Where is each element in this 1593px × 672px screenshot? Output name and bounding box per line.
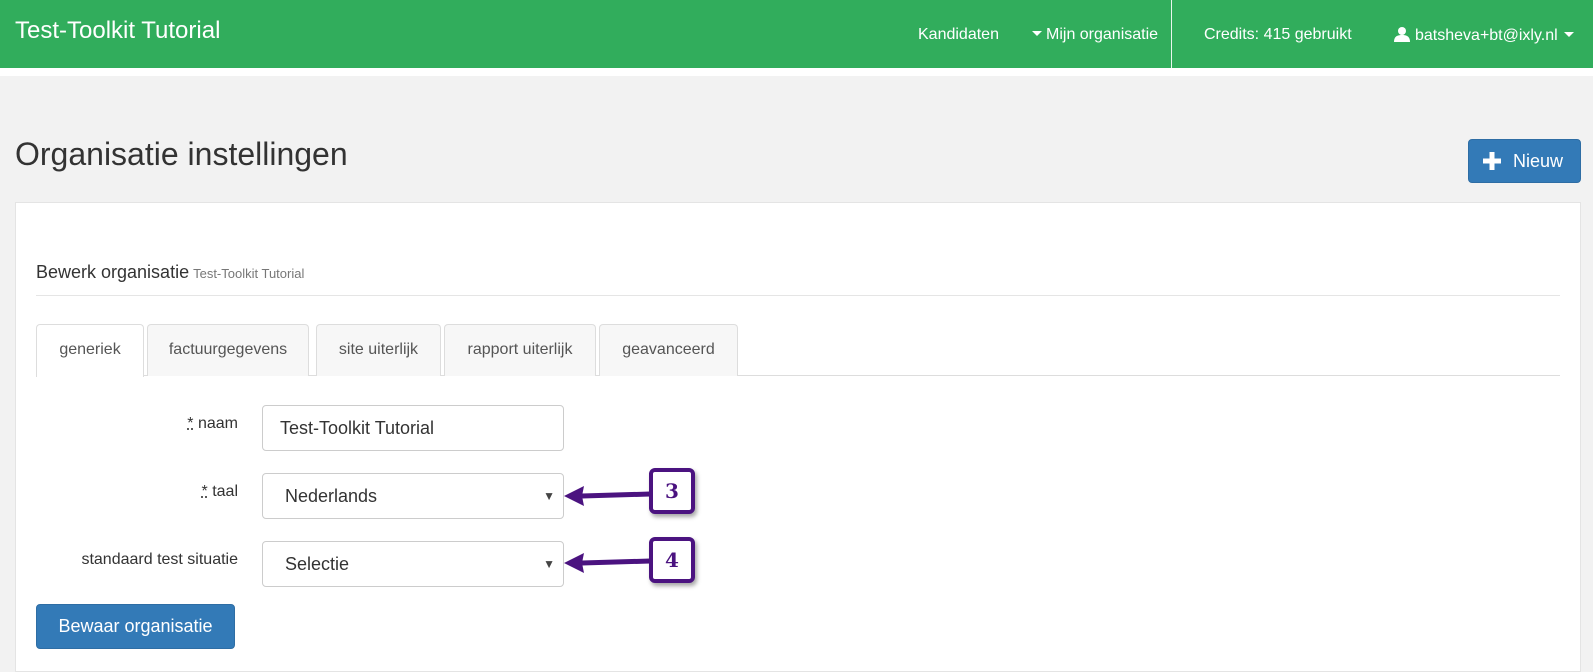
heading-divider xyxy=(36,295,1560,296)
nav-mijn-organisatie[interactable]: Mijn organisatie xyxy=(1032,26,1158,44)
naam-input[interactable]: Test-Toolkit Tutorial xyxy=(262,405,564,451)
taal-label-text: taal xyxy=(207,483,238,500)
panel-heading-title: Bewerk organisatie xyxy=(36,262,190,282)
tab-rapport-uiterlijk[interactable]: rapport uiterlijk xyxy=(444,324,596,376)
credits-text: Credits: 415 gebruikt xyxy=(1204,26,1352,43)
chevron-down-icon xyxy=(1032,31,1042,37)
tab-generiek[interactable]: generiek xyxy=(36,324,144,377)
tab-site-uiterlijk[interactable]: site uiterlijk xyxy=(316,324,441,376)
tab-factuurgegevens[interactable]: factuurgegevens xyxy=(147,324,309,376)
brand-title[interactable]: Test-Toolkit Tutorial xyxy=(15,17,220,45)
user-menu[interactable]: batsheva+bt@ixly.nl xyxy=(1394,26,1574,45)
test-situatie-label: standaard test situatie xyxy=(81,551,238,568)
test-situatie-select[interactable]: Selectie ▼ xyxy=(262,541,564,587)
select-arrow-icon: ▼ xyxy=(543,489,555,503)
page-title: Organisatie instellingen xyxy=(15,136,348,172)
annotation-badge-3: 3 xyxy=(649,468,695,514)
select-arrow-icon: ▼ xyxy=(543,557,555,571)
top-navbar: Test-Toolkit Tutorial Kandidaten Mijn or… xyxy=(0,0,1593,68)
naam-label-text: naam xyxy=(193,415,238,432)
navbar-strip xyxy=(0,68,1593,76)
taal-select-value: Nederlands xyxy=(285,486,378,506)
annotation-arrow-icon xyxy=(564,553,651,573)
nav-kandidaten[interactable]: Kandidaten xyxy=(918,26,999,44)
save-organisation-button[interactable]: Bewaar organisatie xyxy=(36,604,235,649)
plus-icon xyxy=(1483,152,1501,170)
chevron-down-icon xyxy=(1563,32,1574,38)
naam-label: * naam xyxy=(150,415,238,433)
nav-divider xyxy=(1171,0,1172,68)
tab-geavanceerd[interactable]: geavanceerd xyxy=(599,324,738,376)
annotation-arrow-icon xyxy=(564,486,651,506)
panel-heading-subtitle: Test-Toolkit Tutorial xyxy=(193,266,305,281)
user-email: batsheva+bt@ixly.nl xyxy=(1415,27,1558,44)
taal-label: * taal xyxy=(150,483,238,501)
nav-mijn-organisatie-label: Mijn organisatie xyxy=(1046,26,1159,43)
new-button[interactable]: Nieuw xyxy=(1468,139,1581,183)
user-icon xyxy=(1394,27,1410,42)
test-situatie-select-value: Selectie xyxy=(285,554,350,574)
taal-select[interactable]: Nederlands ▼ xyxy=(262,473,564,519)
panel-heading: Bewerk organisatie Test-Toolkit Tutorial xyxy=(36,262,304,283)
annotation-badge-4: 4 xyxy=(649,537,695,583)
new-button-label: Nieuw xyxy=(1513,151,1564,171)
